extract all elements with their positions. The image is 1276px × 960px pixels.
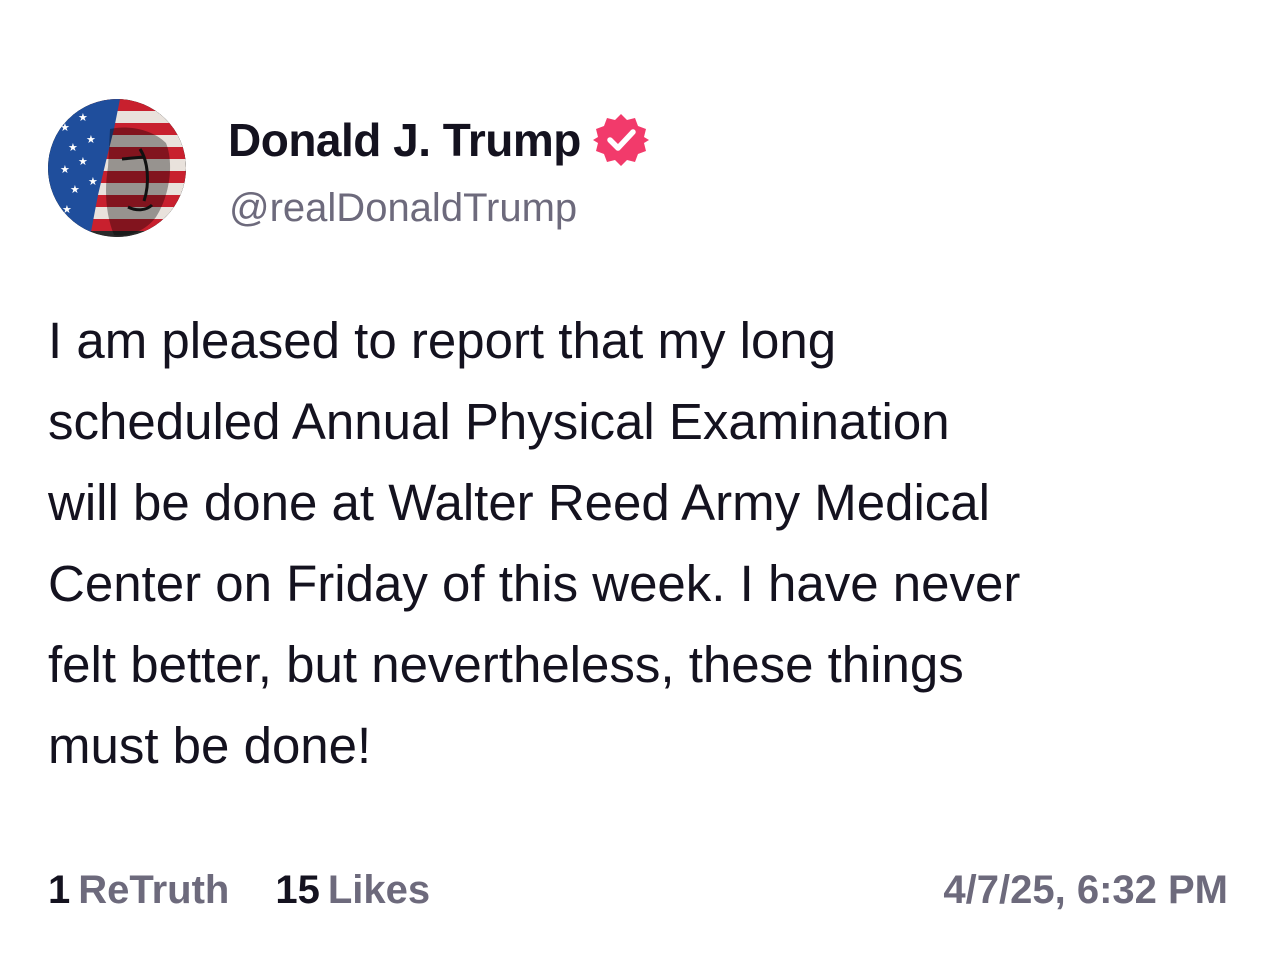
likes-stat[interactable]: 15 Likes: [275, 868, 430, 913]
retruths-label: ReTruth: [78, 867, 230, 912]
retruths-stat[interactable]: 1 ReTruth: [48, 868, 229, 913]
svg-text:★: ★: [62, 203, 72, 216]
post-card: ★ ★ ★ ★ ★ ★ ★ ★ ★ Donald J. Trump @realD…: [0, 0, 1276, 960]
svg-text:★: ★: [60, 163, 70, 176]
retruths-count: 1: [48, 867, 71, 912]
svg-text:★: ★: [88, 175, 98, 188]
avatar[interactable]: ★ ★ ★ ★ ★ ★ ★ ★ ★: [48, 99, 186, 237]
display-name[interactable]: Donald J. Trump: [228, 113, 581, 167]
post-timestamp[interactable]: 4/7/25, 6:32 PM: [943, 868, 1228, 913]
svg-text:★: ★: [60, 121, 70, 134]
likes-label: Likes: [327, 867, 431, 912]
author-handle[interactable]: @realDonaldTrump: [229, 186, 577, 231]
svg-text:★: ★: [78, 155, 88, 168]
verified-badge-icon: [592, 112, 649, 168]
svg-text:★: ★: [78, 111, 88, 124]
svg-text:★: ★: [68, 141, 78, 154]
svg-text:★: ★: [86, 133, 96, 146]
post-text: I am pleased to report that my long sche…: [48, 312, 1021, 774]
author-row: Donald J. Trump: [228, 112, 649, 168]
likes-count: 15: [275, 867, 320, 912]
svg-text:★: ★: [70, 183, 80, 196]
avatar-flag-portrait-icon: ★ ★ ★ ★ ★ ★ ★ ★ ★: [48, 99, 186, 237]
post-footer: 1 ReTruth 15 Likes 4/7/25, 6:32 PM: [48, 862, 1228, 918]
